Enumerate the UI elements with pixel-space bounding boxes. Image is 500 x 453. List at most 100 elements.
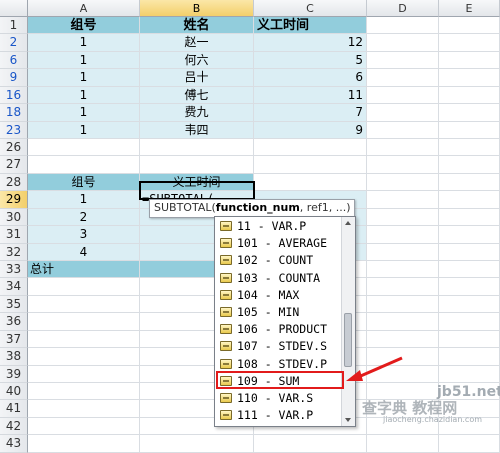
total-label-cell[interactable]: 总计 <box>28 261 140 279</box>
row-header[interactable]: 33 <box>0 261 28 279</box>
hours-cell[interactable]: 7 <box>254 104 367 122</box>
cell[interactable] <box>367 139 439 157</box>
row-header[interactable]: 35 <box>0 295 28 314</box>
header-cell-name[interactable]: 姓名 <box>140 17 254 35</box>
cell[interactable] <box>367 435 439 453</box>
cell[interactable] <box>367 121 439 139</box>
cell[interactable] <box>439 173 500 192</box>
dropdown-scrollbar[interactable] <box>341 217 355 426</box>
cell[interactable] <box>367 330 439 349</box>
row-header[interactable]: 43 <box>0 435 28 453</box>
cell[interactable] <box>439 121 500 139</box>
row-header[interactable]: 36 <box>0 313 28 331</box>
cell[interactable] <box>439 278 500 296</box>
cell[interactable] <box>367 156 439 174</box>
cell[interactable] <box>28 139 140 157</box>
name-cell[interactable]: 韦四 <box>140 121 254 139</box>
active-cell-b29[interactable] <box>139 181 255 200</box>
row-header[interactable]: 37 <box>0 330 28 349</box>
row-header[interactable]: 27 <box>0 156 28 174</box>
cell[interactable] <box>439 295 500 314</box>
row-header[interactable]: 2 <box>0 34 28 52</box>
header-cell-group[interactable]: 组号 <box>28 17 140 35</box>
summary-group-cell[interactable]: 4 <box>28 243 140 261</box>
cell[interactable] <box>439 191 500 209</box>
cell[interactable] <box>439 69 500 87</box>
cell[interactable] <box>439 17 500 35</box>
group-cell[interactable]: 1 <box>28 34 140 52</box>
cell[interactable] <box>439 156 500 174</box>
row-header[interactable]: 40 <box>0 383 28 401</box>
cell[interactable] <box>439 435 500 453</box>
cell[interactable] <box>439 261 500 279</box>
cell[interactable] <box>367 86 439 105</box>
cell[interactable] <box>367 17 439 35</box>
select-all-corner[interactable] <box>0 0 28 17</box>
cell[interactable] <box>28 400 140 418</box>
cell[interactable] <box>367 313 439 331</box>
cell[interactable] <box>439 34 500 52</box>
cell[interactable] <box>367 243 439 261</box>
column-header-a[interactable]: A <box>28 0 140 17</box>
cell[interactable] <box>28 330 140 349</box>
function-num-dropdown[interactable]: 11 - VAR.P 101 - AVERAGE 102 - COUNT 103 - … <box>214 216 356 427</box>
dropdown-item[interactable]: 103 - COUNTA <box>217 270 341 287</box>
row-header[interactable]: 1 <box>0 17 28 35</box>
header-cell-hours[interactable]: 义工时间 <box>254 17 367 35</box>
hours-cell[interactable]: 12 <box>254 34 367 52</box>
cell[interactable] <box>367 226 439 244</box>
row-header[interactable]: 29 <box>0 191 28 209</box>
cell[interactable] <box>439 139 500 157</box>
dropdown-item[interactable]: 110 - VAR.S <box>217 390 341 407</box>
cell[interactable] <box>439 243 500 261</box>
row-header[interactable]: 31 <box>0 226 28 244</box>
row-header[interactable]: 38 <box>0 348 28 366</box>
dropdown-item[interactable]: 11 - VAR.P <box>217 218 341 235</box>
cell[interactable] <box>140 156 254 174</box>
cell[interactable] <box>254 435 367 453</box>
scroll-down-icon[interactable] <box>345 418 351 422</box>
row-header[interactable]: 23 <box>0 121 28 139</box>
name-cell[interactable]: 吕十 <box>140 69 254 87</box>
name-cell[interactable]: 傅七 <box>140 86 254 105</box>
cell[interactable] <box>439 104 500 122</box>
cell[interactable] <box>439 86 500 105</box>
cell[interactable] <box>254 173 367 192</box>
row-header[interactable]: 28 <box>0 173 28 192</box>
name-cell[interactable]: 何六 <box>140 51 254 70</box>
column-header-d[interactable]: D <box>367 0 439 17</box>
cell[interactable] <box>367 69 439 87</box>
cell[interactable] <box>28 348 140 366</box>
cell[interactable] <box>367 173 439 192</box>
scroll-up-icon[interactable] <box>345 221 351 225</box>
row-header[interactable]: 16 <box>0 86 28 105</box>
column-header-e[interactable]: E <box>439 0 500 17</box>
cell[interactable] <box>28 435 140 453</box>
cell[interactable] <box>140 139 254 157</box>
dropdown-item[interactable]: 102 - COUNT <box>217 252 341 269</box>
cell[interactable] <box>367 104 439 122</box>
cell[interactable] <box>28 278 140 296</box>
cell[interactable] <box>367 295 439 314</box>
group-cell[interactable]: 1 <box>28 51 140 70</box>
hours-cell[interactable]: 9 <box>254 121 367 139</box>
summary-group-cell[interactable]: 1 <box>28 191 140 209</box>
row-header[interactable]: 26 <box>0 139 28 157</box>
name-cell[interactable]: 赵一 <box>140 34 254 52</box>
cell[interactable] <box>439 365 500 384</box>
cell[interactable] <box>439 313 500 331</box>
row-header[interactable]: 39 <box>0 365 28 384</box>
hours-cell[interactable]: 5 <box>254 51 367 70</box>
group-cell[interactable]: 1 <box>28 121 140 139</box>
row-header[interactable]: 18 <box>0 104 28 122</box>
dropdown-item[interactable]: 107 - STDEV.S <box>217 338 341 355</box>
cell[interactable] <box>28 156 140 174</box>
cell[interactable] <box>140 435 254 453</box>
cell[interactable] <box>439 348 500 366</box>
cell[interactable] <box>367 208 439 227</box>
dropdown-item[interactable]: 105 - MIN <box>217 304 341 321</box>
hours-cell[interactable]: 11 <box>254 86 367 105</box>
group-cell[interactable]: 1 <box>28 69 140 87</box>
cell[interactable] <box>254 139 367 157</box>
summary-group-cell[interactable]: 3 <box>28 226 140 244</box>
